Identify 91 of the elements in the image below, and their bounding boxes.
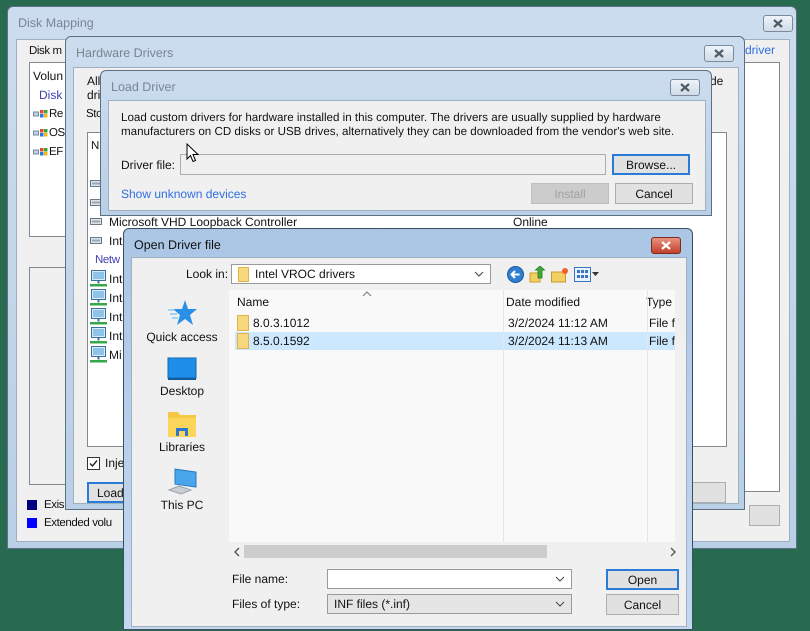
browse-button[interactable]: Browse... bbox=[612, 154, 690, 175]
field-label: Look in: bbox=[186, 267, 228, 281]
drive-icon bbox=[90, 218, 102, 225]
window-title: Load Driver bbox=[111, 80, 176, 94]
device-name[interactable]: Int bbox=[109, 272, 122, 286]
device-name[interactable]: Int bbox=[109, 310, 122, 324]
partition-icon bbox=[33, 128, 48, 138]
file-type: File f bbox=[648, 316, 675, 330]
place-item[interactable]: Quick access bbox=[137, 298, 227, 344]
group-label: Disk bbox=[38, 88, 62, 102]
device-name[interactable]: Int bbox=[109, 290, 122, 304]
window-title: Open Driver file bbox=[134, 238, 221, 252]
network-icon bbox=[90, 289, 107, 306]
description-text: All bbox=[87, 74, 100, 88]
close-button[interactable] bbox=[651, 237, 681, 254]
up-folder-icon[interactable] bbox=[529, 266, 546, 283]
volume-name[interactable]: Re bbox=[49, 108, 63, 120]
back-icon[interactable] bbox=[507, 266, 524, 283]
look-in-dropdown[interactable]: Intel VROC drivers bbox=[231, 264, 491, 284]
file-name: 8.0.3.1012 bbox=[253, 316, 310, 330]
volume-name[interactable]: OS bbox=[49, 126, 65, 138]
close-button[interactable] bbox=[763, 15, 793, 32]
checkbox[interactable] bbox=[87, 456, 100, 470]
view-menu-icon[interactable] bbox=[574, 267, 599, 282]
driver-link[interactable]: driver bbox=[745, 43, 776, 57]
description-text: dri bbox=[87, 88, 100, 102]
window-title: Hardware Drivers bbox=[76, 46, 174, 60]
cancel-button[interactable]: Cancel bbox=[615, 183, 693, 204]
field-label: Driver file: bbox=[121, 158, 176, 172]
close-button[interactable] bbox=[704, 45, 734, 62]
mouse-cursor-icon bbox=[186, 143, 199, 163]
column-header: N bbox=[91, 140, 99, 152]
column-header[interactable]: Date modified bbox=[498, 295, 642, 309]
file-type: File f bbox=[648, 334, 675, 348]
folder-icon bbox=[237, 315, 249, 331]
checkbox-label: Inje bbox=[105, 456, 124, 470]
network-icon bbox=[90, 270, 107, 287]
file-row[interactable]: 8.0.3.1012 3/2/2024 11:12 AM File f bbox=[235, 314, 675, 332]
device-name[interactable]: Mi bbox=[109, 348, 122, 362]
date-modified: 3/2/2024 11:13 AM bbox=[507, 334, 609, 348]
device-name[interactable]: Microsoft VHD Loopback Controller bbox=[109, 214, 298, 228]
network-icon bbox=[90, 346, 107, 363]
field-label: File name: bbox=[232, 572, 288, 586]
date-modified: 3/2/2024 11:12 AM bbox=[507, 316, 609, 330]
place-item[interactable]: Desktop bbox=[137, 356, 227, 398]
scroll-left-icon[interactable] bbox=[233, 546, 241, 556]
scroll-right-icon[interactable] bbox=[669, 546, 677, 556]
chevron-icon bbox=[555, 576, 565, 582]
device-status: Online bbox=[513, 214, 548, 228]
star-icon bbox=[167, 298, 197, 328]
section-label: Disk m bbox=[29, 45, 62, 57]
network-icon bbox=[90, 308, 107, 325]
network-icon bbox=[90, 327, 107, 344]
folder-icon bbox=[238, 266, 249, 282]
close-icon bbox=[660, 241, 672, 250]
partition-icon bbox=[33, 146, 48, 156]
window-title: Disk Mapping bbox=[18, 16, 94, 30]
group-label: Netw bbox=[95, 254, 120, 266]
legend-label: Extended volu bbox=[44, 517, 112, 529]
chevron-icon bbox=[474, 271, 484, 277]
close-icon bbox=[772, 19, 784, 28]
file-name: 8.5.0.1592 bbox=[253, 334, 310, 348]
column-header[interactable]: Type bbox=[642, 295, 672, 309]
show-unknown-devices-link[interactable]: Show unknown devices bbox=[121, 186, 246, 200]
column-header[interactable]: Name bbox=[229, 295, 498, 309]
close-icon bbox=[713, 49, 725, 58]
column-header: Volun bbox=[33, 68, 64, 82]
close-button[interactable] bbox=[670, 79, 700, 96]
drive-icon bbox=[90, 237, 102, 244]
folder-icon bbox=[237, 333, 249, 349]
computer-icon bbox=[167, 466, 197, 496]
field-label: Files of type: bbox=[232, 597, 300, 611]
place-item[interactable]: Libraries bbox=[137, 410, 227, 454]
sort-caret-icon bbox=[362, 291, 372, 297]
desktop-icon bbox=[167, 356, 197, 382]
close-icon bbox=[679, 83, 691, 92]
partition-icon bbox=[33, 108, 48, 118]
file-row[interactable]: 8.5.0.1592 3/2/2024 11:13 AM File f bbox=[235, 332, 675, 350]
cancel-button[interactable]: Cancel bbox=[606, 594, 679, 615]
folder-icon bbox=[167, 410, 197, 438]
device-name[interactable]: Int bbox=[109, 234, 122, 248]
open-button[interactable]: Open bbox=[606, 569, 679, 590]
chevron-icon bbox=[555, 601, 565, 607]
driver-file-field[interactable] bbox=[180, 154, 606, 175]
file-type-dropdown[interactable]: INF files (*.inf) bbox=[327, 594, 572, 614]
volume-name[interactable]: EF bbox=[49, 146, 63, 158]
legend-label: Exis bbox=[44, 499, 64, 511]
new-folder-icon[interactable] bbox=[551, 266, 569, 282]
file-name-field[interactable] bbox=[327, 569, 572, 589]
description-text: Load custom drivers for hardware installed in this computer. The drivers are usually supplied by hardware manufacturers on CD disks or USB drives, alternatively they can be downloaded from the vendor's web site. bbox=[121, 111, 676, 139]
device-name[interactable]: Int bbox=[109, 328, 122, 342]
